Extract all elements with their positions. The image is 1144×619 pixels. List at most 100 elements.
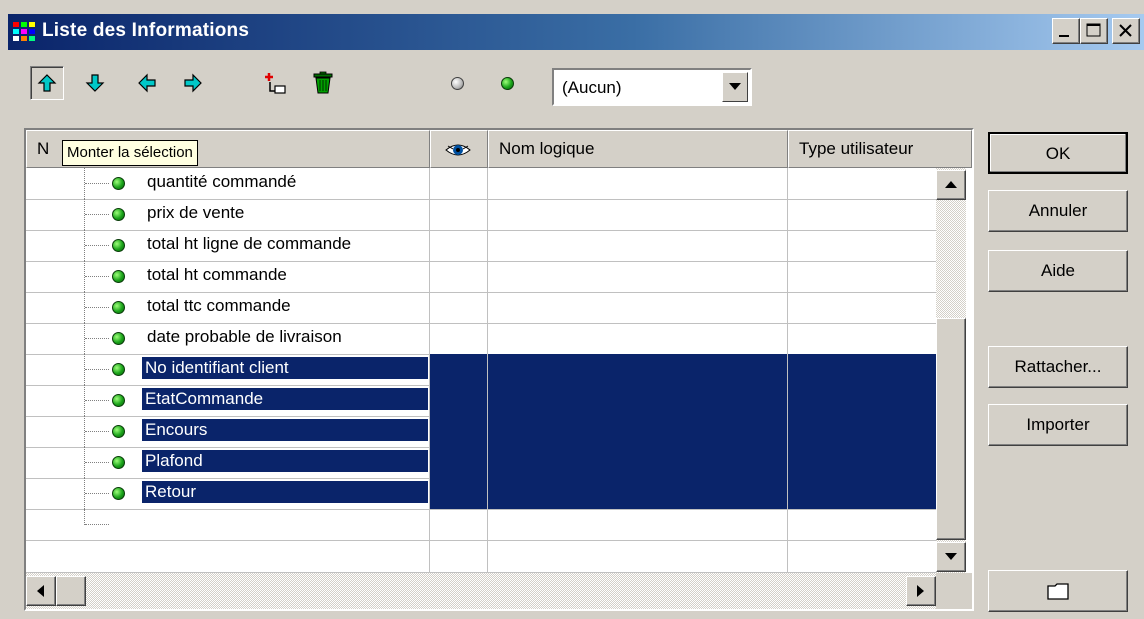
green-dot-icon	[112, 208, 125, 221]
scroll-left-icon	[37, 585, 44, 597]
green-dot-icon	[112, 363, 125, 376]
table-row[interactable]: Retour	[26, 478, 936, 510]
row-label: Plafond	[141, 449, 429, 473]
name-cell: quantité commandé	[26, 168, 430, 199]
tree-connector	[84, 168, 111, 199]
column-header-nom-logique[interactable]: Nom logique	[488, 130, 788, 168]
row-label: total ht ligne de commande	[147, 234, 352, 253]
cancel-button[interactable]: Annuler	[988, 190, 1128, 232]
scroll-right-button[interactable]	[906, 576, 936, 606]
name-cell: date probable de livraison	[26, 323, 430, 354]
move-down-button[interactable]	[78, 66, 112, 100]
move-right-button[interactable]	[176, 66, 210, 100]
table-row[interactable]: total ht commande	[26, 261, 936, 293]
close-button[interactable]	[1112, 18, 1140, 44]
scroll-up-button[interactable]	[936, 170, 966, 200]
name-cell: Encours	[26, 416, 430, 447]
row-label: Retour	[141, 480, 429, 504]
nom-logique-cell	[488, 447, 788, 478]
window-title: Liste des Informations	[42, 20, 250, 41]
table-row-empty[interactable]	[26, 541, 936, 573]
green-dot-icon	[112, 425, 125, 438]
dialog-window: Liste des Informations (Aucun) N Nom log…	[0, 0, 1144, 619]
table-row-empty[interactable]	[26, 509, 936, 541]
maximize-button[interactable]	[1080, 18, 1108, 44]
horizontal-scrollbar[interactable]	[26, 573, 936, 609]
scroll-corner	[936, 573, 972, 609]
move-left-button[interactable]	[130, 66, 164, 100]
green-dot-icon	[112, 332, 125, 345]
table-row[interactable]: Encours	[26, 416, 936, 448]
folder-button[interactable]	[988, 570, 1128, 612]
type-utilisateur-cell	[788, 323, 936, 354]
type-utilisateur-cell	[788, 478, 936, 509]
table-row[interactable]: quantité commandé	[26, 168, 936, 200]
column-header-type-utilisateur-label: Type utilisateur	[799, 139, 914, 158]
add-item-icon	[265, 73, 286, 94]
filter-combobox[interactable]: (Aucun)	[552, 68, 752, 106]
row-label: Encours	[141, 418, 429, 442]
type-utilisateur-cell	[788, 292, 936, 323]
title-bar[interactable]: Liste des Informations	[8, 14, 1144, 50]
visibility-cell	[430, 292, 488, 323]
table-row[interactable]: date probable de livraison	[26, 323, 936, 355]
import-button[interactable]: Importer	[988, 404, 1128, 446]
nom-logique-cell	[488, 416, 788, 447]
table-row[interactable]: total ttc commande	[26, 292, 936, 324]
horizontal-scroll-thumb[interactable]	[56, 576, 86, 606]
cell	[788, 509, 936, 540]
visibility-cell	[430, 447, 488, 478]
cell	[26, 509, 430, 540]
column-header-type-utilisateur[interactable]: Type utilisateur	[788, 130, 972, 168]
add-item-button[interactable]	[258, 66, 292, 100]
nom-logique-cell	[488, 199, 788, 230]
table-row[interactable]: No identifiant client	[26, 354, 936, 386]
visibility-cell	[430, 478, 488, 509]
combo-dropdown-button[interactable]	[722, 72, 748, 102]
delete-button[interactable]	[306, 66, 340, 100]
column-header-visibility[interactable]	[430, 130, 488, 168]
name-cell: No identifiant client	[26, 354, 430, 385]
row-label: prix de vente	[147, 203, 245, 222]
green-dot-icon	[112, 301, 125, 314]
ok-button[interactable]: OK	[988, 132, 1128, 174]
table-row[interactable]: EtatCommande	[26, 385, 936, 417]
attach-button[interactable]: Rattacher...	[988, 346, 1128, 388]
arrow-down-icon	[85, 74, 105, 92]
scroll-down-button[interactable]	[936, 542, 966, 572]
visibility-cell	[430, 385, 488, 416]
tree-connector	[84, 292, 111, 323]
row-label: No identifiant client	[141, 356, 429, 380]
visibility-cell	[430, 230, 488, 261]
vertical-scroll-thumb[interactable]	[936, 318, 966, 540]
cell	[26, 541, 430, 572]
visibility-cell	[430, 416, 488, 447]
scroll-down-icon	[945, 553, 957, 560]
scroll-up-icon	[945, 181, 957, 188]
name-cell: EtatCommande	[26, 385, 430, 416]
vertical-scrollbar[interactable]	[936, 168, 966, 573]
green-dot-icon	[112, 394, 125, 407]
grey-dot-button[interactable]	[440, 66, 474, 100]
type-utilisateur-cell	[788, 261, 936, 292]
tree-connector	[84, 385, 111, 416]
nom-logique-cell	[488, 354, 788, 385]
scroll-right-icon	[917, 585, 924, 597]
tree-connector	[84, 447, 111, 478]
name-cell: Plafond	[26, 447, 430, 478]
tree-connector	[84, 354, 111, 385]
visibility-cell	[430, 354, 488, 385]
visibility-cell	[430, 323, 488, 354]
move-up-button[interactable]	[30, 66, 64, 100]
minimize-button[interactable]	[1052, 18, 1080, 44]
tree-connector	[84, 323, 111, 354]
table-row[interactable]: prix de vente	[26, 199, 936, 231]
scroll-left-button[interactable]	[26, 576, 56, 606]
table-row[interactable]: Plafond	[26, 447, 936, 479]
information-grid[interactable]: N Nom logique Type utilisateur quantité …	[24, 128, 974, 611]
table-row[interactable]: total ht ligne de commande	[26, 230, 936, 262]
green-dot-icon	[112, 239, 125, 252]
help-button[interactable]: Aide	[988, 250, 1128, 292]
row-label: EtatCommande	[141, 387, 429, 411]
green-dot-button[interactable]	[490, 66, 524, 100]
